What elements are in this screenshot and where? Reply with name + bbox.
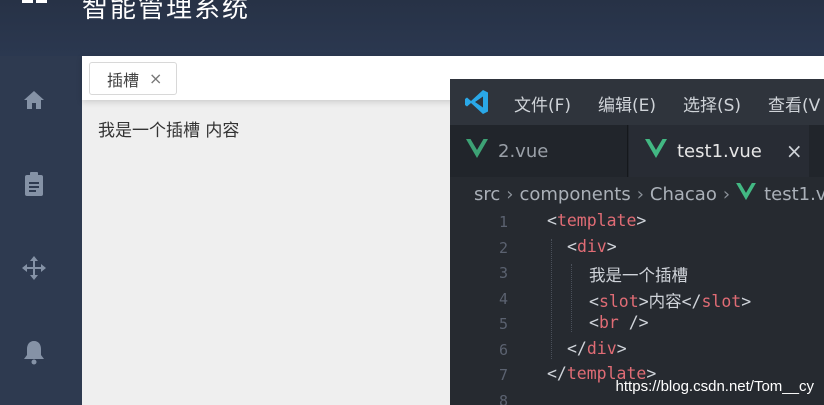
move-icon[interactable]: [20, 254, 48, 282]
close-icon[interactable]: ×: [786, 139, 803, 163]
breadcrumb-src[interactable]: src: [474, 184, 500, 205]
vue-icon: [466, 138, 488, 164]
line-number: 1: [498, 213, 508, 231]
home-icon[interactable]: [20, 86, 48, 114]
code-line: 6 </div>: [450, 339, 824, 365]
slot-content-text: 我是一个插槽 内容: [98, 121, 240, 141]
line-number: 4: [498, 289, 508, 308]
code-line: 3 我是一个插槽: [450, 262, 824, 288]
editor-tabs-bar: 2.vue test1.vue ×: [450, 125, 824, 177]
tab-slot[interactable]: 插槽 ×: [89, 62, 177, 95]
bell-icon[interactable]: [20, 338, 48, 366]
code-line: 5 <br />: [450, 313, 824, 339]
editor-tab-label: 2.vue: [498, 140, 549, 162]
top-bar: 智能管理系统: [0, 0, 824, 56]
chevron-right-icon: ›: [722, 183, 731, 205]
vscode-logo-icon: [464, 89, 490, 115]
line-number: 3: [498, 264, 508, 282]
breadcrumb-file[interactable]: test1.v: [764, 184, 824, 205]
line-number: 6: [498, 340, 508, 359]
tab-label: 插槽: [107, 70, 140, 90]
editor-tab-2vue[interactable]: 2.vue: [450, 125, 628, 177]
code-area[interactable]: 1 <template> 2 <div> 3 我是一个插槽 4 <slot>内容…: [450, 211, 824, 405]
breadcrumb-components[interactable]: components: [519, 184, 630, 205]
close-icon[interactable]: ×: [149, 69, 162, 88]
line-number: 2: [498, 238, 508, 257]
code-line: 4 <slot>内容</slot>: [450, 288, 824, 314]
editor-menubar: 文件(F) 编辑(E) 选择(S) 查看(V: [450, 79, 824, 125]
editor-tab-label: test1.vue: [677, 140, 762, 162]
menu-selection[interactable]: 选择(S): [683, 91, 741, 116]
line-number: 5: [498, 315, 508, 333]
apps-grid-icon[interactable]: [20, 0, 48, 16]
sidebar: [0, 56, 82, 405]
chevron-right-icon: ›: [636, 183, 644, 205]
code-editor-window: 文件(F) 编辑(E) 选择(S) 查看(V 2.vue test1.vue ×…: [450, 79, 824, 405]
line-number: 8: [498, 391, 508, 405]
breadcrumb-chacao[interactable]: Chacao: [650, 184, 717, 205]
app-title: 智能管理系统: [82, 0, 251, 24]
editor-tab-test1vue[interactable]: test1.vue ×: [629, 125, 809, 177]
menu-view[interactable]: 查看(V: [768, 91, 820, 116]
line-number: 7: [498, 366, 508, 384]
clipboard-icon[interactable]: [20, 170, 48, 198]
vue-icon: [736, 182, 756, 206]
code-line: 1 <template>: [450, 211, 824, 237]
code-line: 2 <div>: [450, 237, 824, 263]
watermark: https://blog.csdn.net/Tom__cy: [615, 378, 814, 395]
breadcrumb: src › components › Chacao › test1.v: [450, 177, 824, 211]
chevron-right-icon: ›: [506, 183, 514, 205]
vue-icon: [645, 138, 667, 164]
menu-edit[interactable]: 编辑(E): [598, 91, 656, 116]
menu-file[interactable]: 文件(F): [514, 91, 571, 116]
